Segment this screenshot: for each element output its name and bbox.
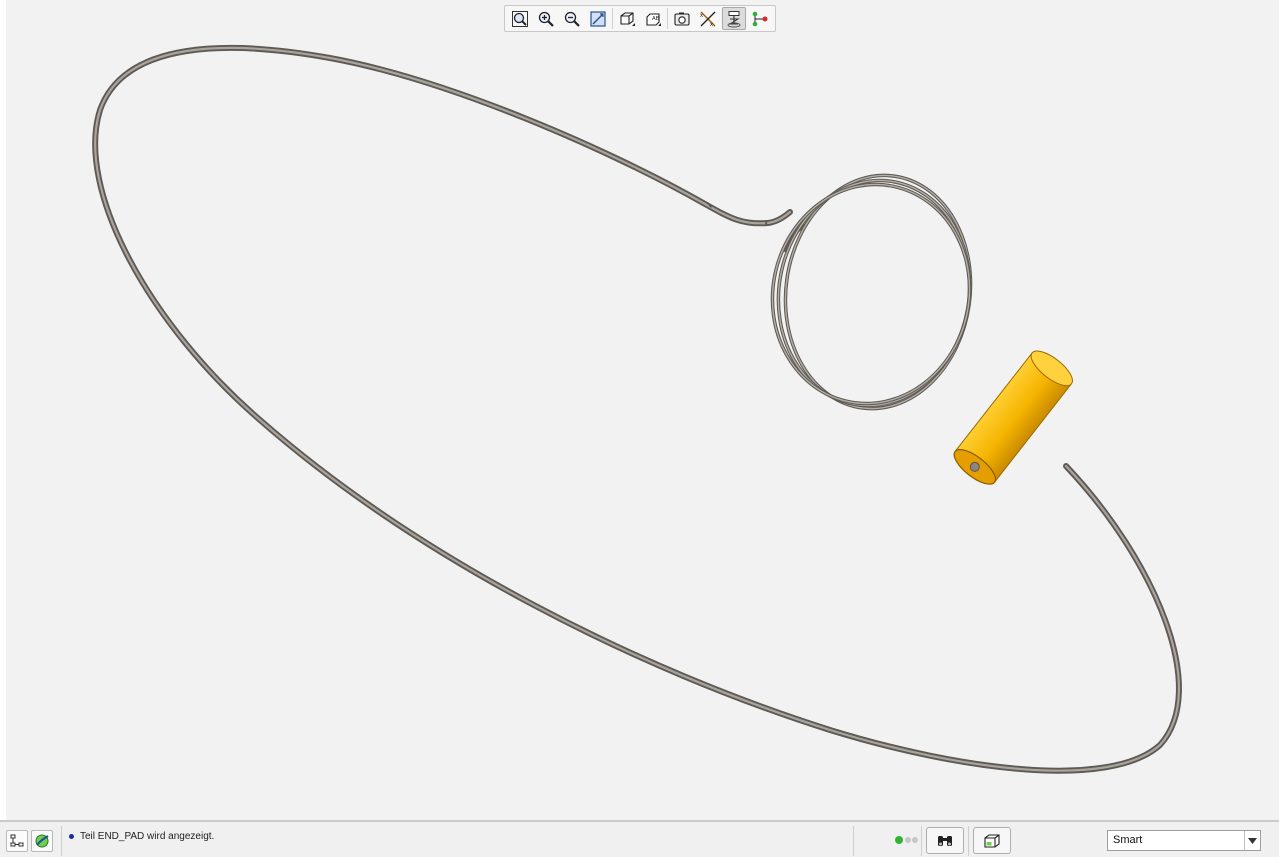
browser-toggle-button[interactable] bbox=[31, 830, 53, 852]
status-light-off bbox=[905, 837, 911, 843]
model-tree-icon bbox=[10, 834, 24, 847]
display-style-button[interactable] bbox=[615, 7, 639, 30]
view-toolbar: AB x x bbox=[504, 5, 776, 32]
selection-box-icon bbox=[984, 833, 1000, 848]
datum-display-button[interactable]: x x bbox=[696, 7, 720, 30]
status-divider bbox=[853, 826, 854, 856]
zoom-out-button[interactable] bbox=[560, 7, 584, 30]
selection-filter-value: Smart bbox=[1113, 834, 1143, 846]
display-style-icon bbox=[620, 11, 635, 26]
annotation-display-icon bbox=[752, 11, 768, 26]
saved-orientations-button[interactable]: AB bbox=[641, 7, 665, 30]
svg-text:AB: AB bbox=[652, 16, 660, 22]
toolbar-separator bbox=[612, 8, 613, 29]
saved-orientations-icon: AB bbox=[646, 12, 661, 26]
repaint-button[interactable] bbox=[586, 7, 610, 30]
graphics-window[interactable]: AB x x bbox=[6, 0, 1279, 820]
view-manager-icon bbox=[674, 12, 690, 26]
status-divider bbox=[61, 826, 62, 856]
toolbar-separator bbox=[667, 8, 668, 29]
tube-coil[interactable] bbox=[752, 163, 989, 422]
zoom-in-button[interactable] bbox=[534, 7, 558, 30]
browser-icon bbox=[35, 834, 49, 848]
svg-text:x: x bbox=[710, 22, 713, 28]
message-bullet-icon bbox=[69, 834, 74, 839]
status-message: Teil END_PAD wird angezeigt. bbox=[80, 831, 215, 842]
find-icon bbox=[938, 835, 952, 846]
regen-status-light bbox=[895, 836, 903, 844]
zoom-out-icon bbox=[564, 11, 580, 27]
zoom-in-icon bbox=[538, 11, 554, 27]
end-pad-part[interactable] bbox=[949, 345, 1078, 490]
spin-center-button[interactable] bbox=[722, 7, 746, 30]
selection-filter-dropdown[interactable]: Smart bbox=[1107, 830, 1261, 851]
status-light-off bbox=[912, 837, 918, 843]
status-divider bbox=[968, 826, 969, 856]
datum-display-icon: x x bbox=[700, 11, 716, 28]
zoom-fit-button[interactable] bbox=[508, 7, 532, 30]
annotation-display-button[interactable] bbox=[748, 7, 772, 30]
status-divider bbox=[921, 826, 922, 856]
svg-text:x: x bbox=[700, 13, 703, 19]
find-button[interactable] bbox=[926, 827, 964, 854]
spin-center-icon bbox=[727, 10, 741, 27]
chevron-down-icon[interactable] bbox=[1244, 831, 1260, 850]
selection-box-button[interactable] bbox=[973, 827, 1011, 854]
model-tree-toggle-button[interactable] bbox=[6, 830, 28, 852]
model-canvas[interactable] bbox=[6, 0, 1279, 820]
repaint-icon bbox=[590, 10, 606, 27]
zoom-fit-icon bbox=[512, 10, 528, 27]
view-manager-button[interactable] bbox=[670, 7, 694, 30]
status-bar: Teil END_PAD wird angezeigt. Smart bbox=[0, 820, 1279, 857]
